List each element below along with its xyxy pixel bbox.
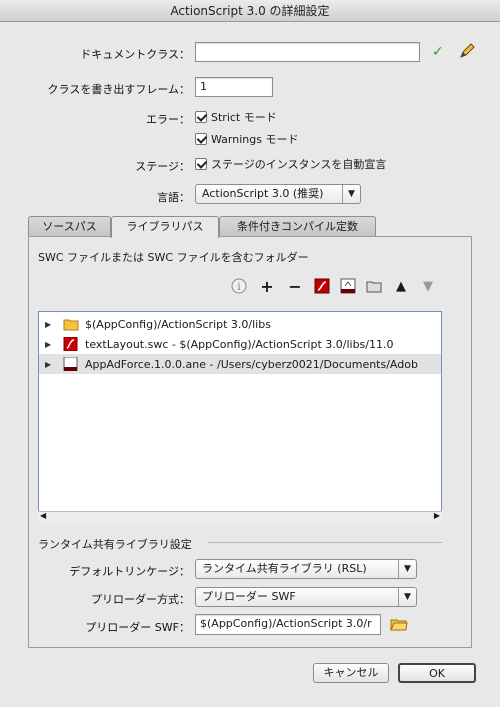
- dialect-label: 言語：: [157, 191, 190, 204]
- checkbox-checked-icon: [195, 111, 207, 123]
- window-title: ActionScript 3.0 の詳細設定: [0, 0, 500, 22]
- cancel-button[interactable]: キャンセル: [313, 663, 389, 683]
- dialect-select[interactable]: ActionScript 3.0 (推奨) ▼: [195, 184, 361, 204]
- stage-autodeclare-checkbox[interactable]: ステージのインスタンスを自動宣言: [195, 156, 386, 172]
- folder-icon: [63, 317, 79, 331]
- warnings-mode-checkbox[interactable]: Warnings モード: [195, 131, 298, 147]
- svg-text:i: i: [237, 282, 240, 293]
- swc-file-icon: [63, 336, 79, 352]
- list-item[interactable]: ▶ $(AppConfig)/ActionScript 3.0/libs: [39, 314, 441, 334]
- document-class-input[interactable]: [195, 42, 420, 62]
- add-swc-file-icon[interactable]: [314, 278, 330, 294]
- tab-config-constants[interactable]: 条件付きコンパイル定数: [219, 216, 376, 237]
- preloader-method-label: プリローダー方式：: [91, 593, 190, 606]
- info-icon[interactable]: i: [231, 278, 247, 294]
- browse-folder-icon[interactable]: [390, 615, 408, 633]
- default-linkage-select[interactable]: ランタイム共有ライブラリ (RSL) ▼: [195, 559, 417, 579]
- list-item-label: AppAdForce.1.0.0.ane - /Users/cyberz0021…: [85, 357, 418, 371]
- chevron-down-icon: ▼: [398, 560, 416, 578]
- move-up-icon[interactable]: ▲: [393, 278, 409, 294]
- document-class-label: ドキュメントクラス：: [80, 48, 190, 61]
- strict-mode-checkbox[interactable]: Strict モード: [195, 109, 277, 125]
- chevron-down-icon: ▼: [342, 185, 360, 203]
- stage-label: ステージ：: [135, 160, 190, 173]
- library-heading: SWC ファイルまたは SWC ファイルを含むフォルダー: [38, 251, 309, 264]
- checkmark-icon[interactable]: ✓: [432, 44, 444, 60]
- ane-file-icon: [63, 356, 79, 372]
- default-linkage-value: ランタイム共有ライブラリ (RSL): [202, 562, 367, 575]
- list-item-label: textLayout.swc - $(AppConfig)/ActionScri…: [85, 337, 394, 351]
- pencil-icon[interactable]: [458, 42, 476, 60]
- errors-label: エラー：: [146, 113, 190, 126]
- library-path-list: ▶ $(AppConfig)/ActionScript 3.0/libs ▶ t…: [38, 311, 442, 523]
- folder-icon[interactable]: [366, 278, 382, 294]
- preloader-swf-label: プリローダー SWF：: [85, 621, 190, 634]
- dialect-select-value: ActionScript 3.0 (推奨): [202, 187, 324, 200]
- checkbox-checked-icon: [195, 133, 207, 145]
- scroll-left-icon[interactable]: ◀: [40, 511, 46, 520]
- list-item-label: $(AppConfig)/ActionScript 3.0/libs: [85, 317, 271, 331]
- default-linkage-label: デフォルトリンケージ：: [69, 565, 190, 578]
- list-item[interactable]: ▶ AppAdForce.1.0.0.ane - /Users/cyberz00…: [39, 354, 441, 374]
- export-frame-input[interactable]: 1: [195, 77, 273, 97]
- preloader-method-select[interactable]: プリローダー SWF ▼: [195, 587, 417, 607]
- remove-icon[interactable]: −: [287, 277, 303, 296]
- rsl-heading: ランタイム共有ライブラリ設定: [38, 538, 192, 551]
- horizontal-scrollbar[interactable]: ◀ ▶: [38, 511, 442, 523]
- tab-library-path[interactable]: ライブラリパス: [111, 216, 219, 238]
- chevron-down-icon: ▼: [398, 588, 416, 606]
- scroll-right-icon[interactable]: ▶: [434, 511, 440, 520]
- divider: [208, 542, 442, 543]
- export-frame-label: クラスを書き出すフレーム：: [47, 83, 190, 96]
- warnings-mode-label: Warnings モード: [211, 133, 299, 146]
- add-icon[interactable]: +: [259, 277, 275, 296]
- disclosure-triangle-icon[interactable]: ▶: [45, 360, 55, 369]
- disclosure-triangle-icon[interactable]: ▶: [45, 320, 55, 329]
- move-down-icon[interactable]: ▼: [420, 278, 436, 294]
- list-item[interactable]: ▶ textLayout.swc - $(AppConfig)/ActionSc…: [39, 334, 441, 354]
- tab-source-path[interactable]: ソースパス: [28, 216, 111, 237]
- disclosure-triangle-icon[interactable]: ▶: [45, 340, 55, 349]
- preloader-swf-input[interactable]: $(AppConfig)/ActionScript 3.0/r: [195, 614, 381, 635]
- strict-mode-label: Strict モード: [211, 111, 277, 124]
- stage-autodeclare-label: ステージのインスタンスを自動宣言: [211, 158, 387, 171]
- ok-button[interactable]: OK: [398, 663, 476, 683]
- preloader-method-value: プリローダー SWF: [202, 590, 296, 603]
- add-ane-file-icon[interactable]: [340, 278, 356, 294]
- checkbox-checked-icon: [195, 158, 207, 170]
